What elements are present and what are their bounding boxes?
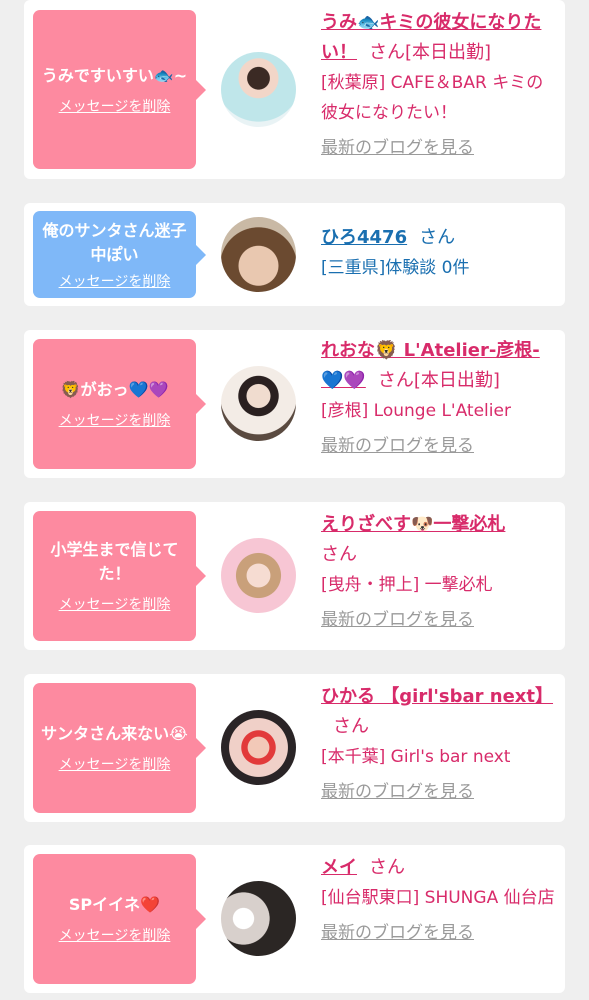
latest-blog-link[interactable]: 最新のブログを見る bbox=[321, 919, 474, 947]
honorific: さん bbox=[369, 42, 405, 63]
cast-name-link[interactable]: ひかる 【girl'sbar next】 bbox=[321, 686, 553, 707]
avatar[interactable] bbox=[221, 710, 296, 785]
cast-name-link[interactable]: メイ bbox=[321, 857, 357, 878]
message-card: SPイイネ❤️ メッセージを削除 メイ さん [仙台駅東口] SHUNGA 仙台店… bbox=[24, 845, 565, 993]
latest-blog-link[interactable]: 最新のブログを見る bbox=[321, 432, 474, 460]
message-bubble: 🦁がおっ💙💜 メッセージを削除 bbox=[33, 339, 206, 469]
latest-blog-link[interactable]: 最新のブログを見る bbox=[321, 134, 474, 162]
message-card: うみですいすい🐟~ メッセージを削除 うみ🐟キミの彼女になりたい！ さん[本日出勤… bbox=[24, 0, 565, 179]
avatar[interactable] bbox=[221, 881, 296, 956]
avatar[interactable] bbox=[221, 538, 296, 613]
message-bubble: うみですいすい🐟~ メッセージを削除 bbox=[33, 10, 206, 169]
honorific: さん bbox=[321, 544, 357, 565]
honorific: さん bbox=[333, 716, 369, 737]
delete-message-link[interactable]: メッセージを削除 bbox=[59, 925, 171, 945]
delete-message-link[interactable]: メッセージを削除 bbox=[59, 754, 171, 774]
delete-message-link[interactable]: メッセージを削除 bbox=[59, 594, 171, 614]
delete-message-link[interactable]: メッセージを削除 bbox=[59, 96, 171, 116]
shop-location: [彦根] Lounge L'Atelier bbox=[321, 401, 511, 421]
cast-name-link[interactable]: ひろ4476 bbox=[321, 227, 407, 248]
message-text: 小学生まで信じてた！ bbox=[50, 540, 179, 583]
message-text: サンタさん来ない😭 bbox=[41, 724, 188, 743]
shop-location: [本千葉] Girl's bar next bbox=[321, 747, 511, 767]
latest-blog-link[interactable]: 最新のブログを見る bbox=[321, 606, 474, 634]
honorific: さん bbox=[369, 857, 405, 878]
delete-message-link[interactable]: メッセージを削除 bbox=[59, 410, 171, 430]
message-text: SPイイネ❤️ bbox=[68, 895, 161, 914]
message-text: 俺のサンタさん迷子中ぽい bbox=[42, 220, 187, 264]
avatar[interactable] bbox=[221, 217, 296, 292]
message-card: 俺のサンタさん迷子中ぽい メッセージを削除 ひろ4476 さん [三重県]体験談 … bbox=[24, 203, 565, 306]
honorific: さん bbox=[419, 227, 456, 248]
message-bubble: サンタさん来ない😭 メッセージを削除 bbox=[33, 683, 206, 813]
message-bubble: 小学生まで信じてた！ メッセージを削除 bbox=[33, 511, 206, 641]
message-card: 小学生まで信じてた！ メッセージを削除 えりざべす🐶一撃必札 さん [曳舟・押上… bbox=[24, 502, 565, 650]
message-bubble: 俺のサンタさん迷子中ぽい メッセージを削除 bbox=[33, 211, 206, 298]
cast-name-link[interactable]: えりざべす🐶一撃必札 bbox=[321, 514, 505, 535]
shop-location: [仙台駅東口] SHUNGA 仙台店 bbox=[321, 888, 555, 908]
status-tag: [本日出勤] bbox=[413, 370, 500, 391]
avatar[interactable] bbox=[221, 52, 296, 127]
shop-location: [曳舟・押上] 一撃必札 bbox=[321, 575, 493, 595]
delete-message-link[interactable]: メッセージを削除 bbox=[59, 271, 171, 291]
message-text: うみですいすい🐟~ bbox=[41, 65, 188, 85]
message-text: 🦁がおっ💙💜 bbox=[60, 380, 169, 399]
shop-location: [三重県]体験談 0件 bbox=[321, 258, 470, 278]
message-card: サンタさん来ない😭 メッセージを削除 ひかる 【girl'sbar next】さ… bbox=[24, 674, 565, 822]
shop-location: [秋葉原] CAFE＆BAR キミの彼女になりたい！ bbox=[321, 73, 544, 123]
status-tag: [本日出勤] bbox=[405, 42, 492, 63]
message-bubble: SPイイネ❤️ メッセージを削除 bbox=[33, 854, 206, 984]
latest-blog-link[interactable]: 最新のブログを見る bbox=[321, 778, 474, 806]
message-card: 🦁がおっ💙💜 メッセージを削除 れおな🦁 L'Atelier-彦根-💙💜 さん[本… bbox=[24, 330, 565, 478]
avatar[interactable] bbox=[221, 366, 296, 441]
honorific: さん bbox=[377, 370, 414, 391]
